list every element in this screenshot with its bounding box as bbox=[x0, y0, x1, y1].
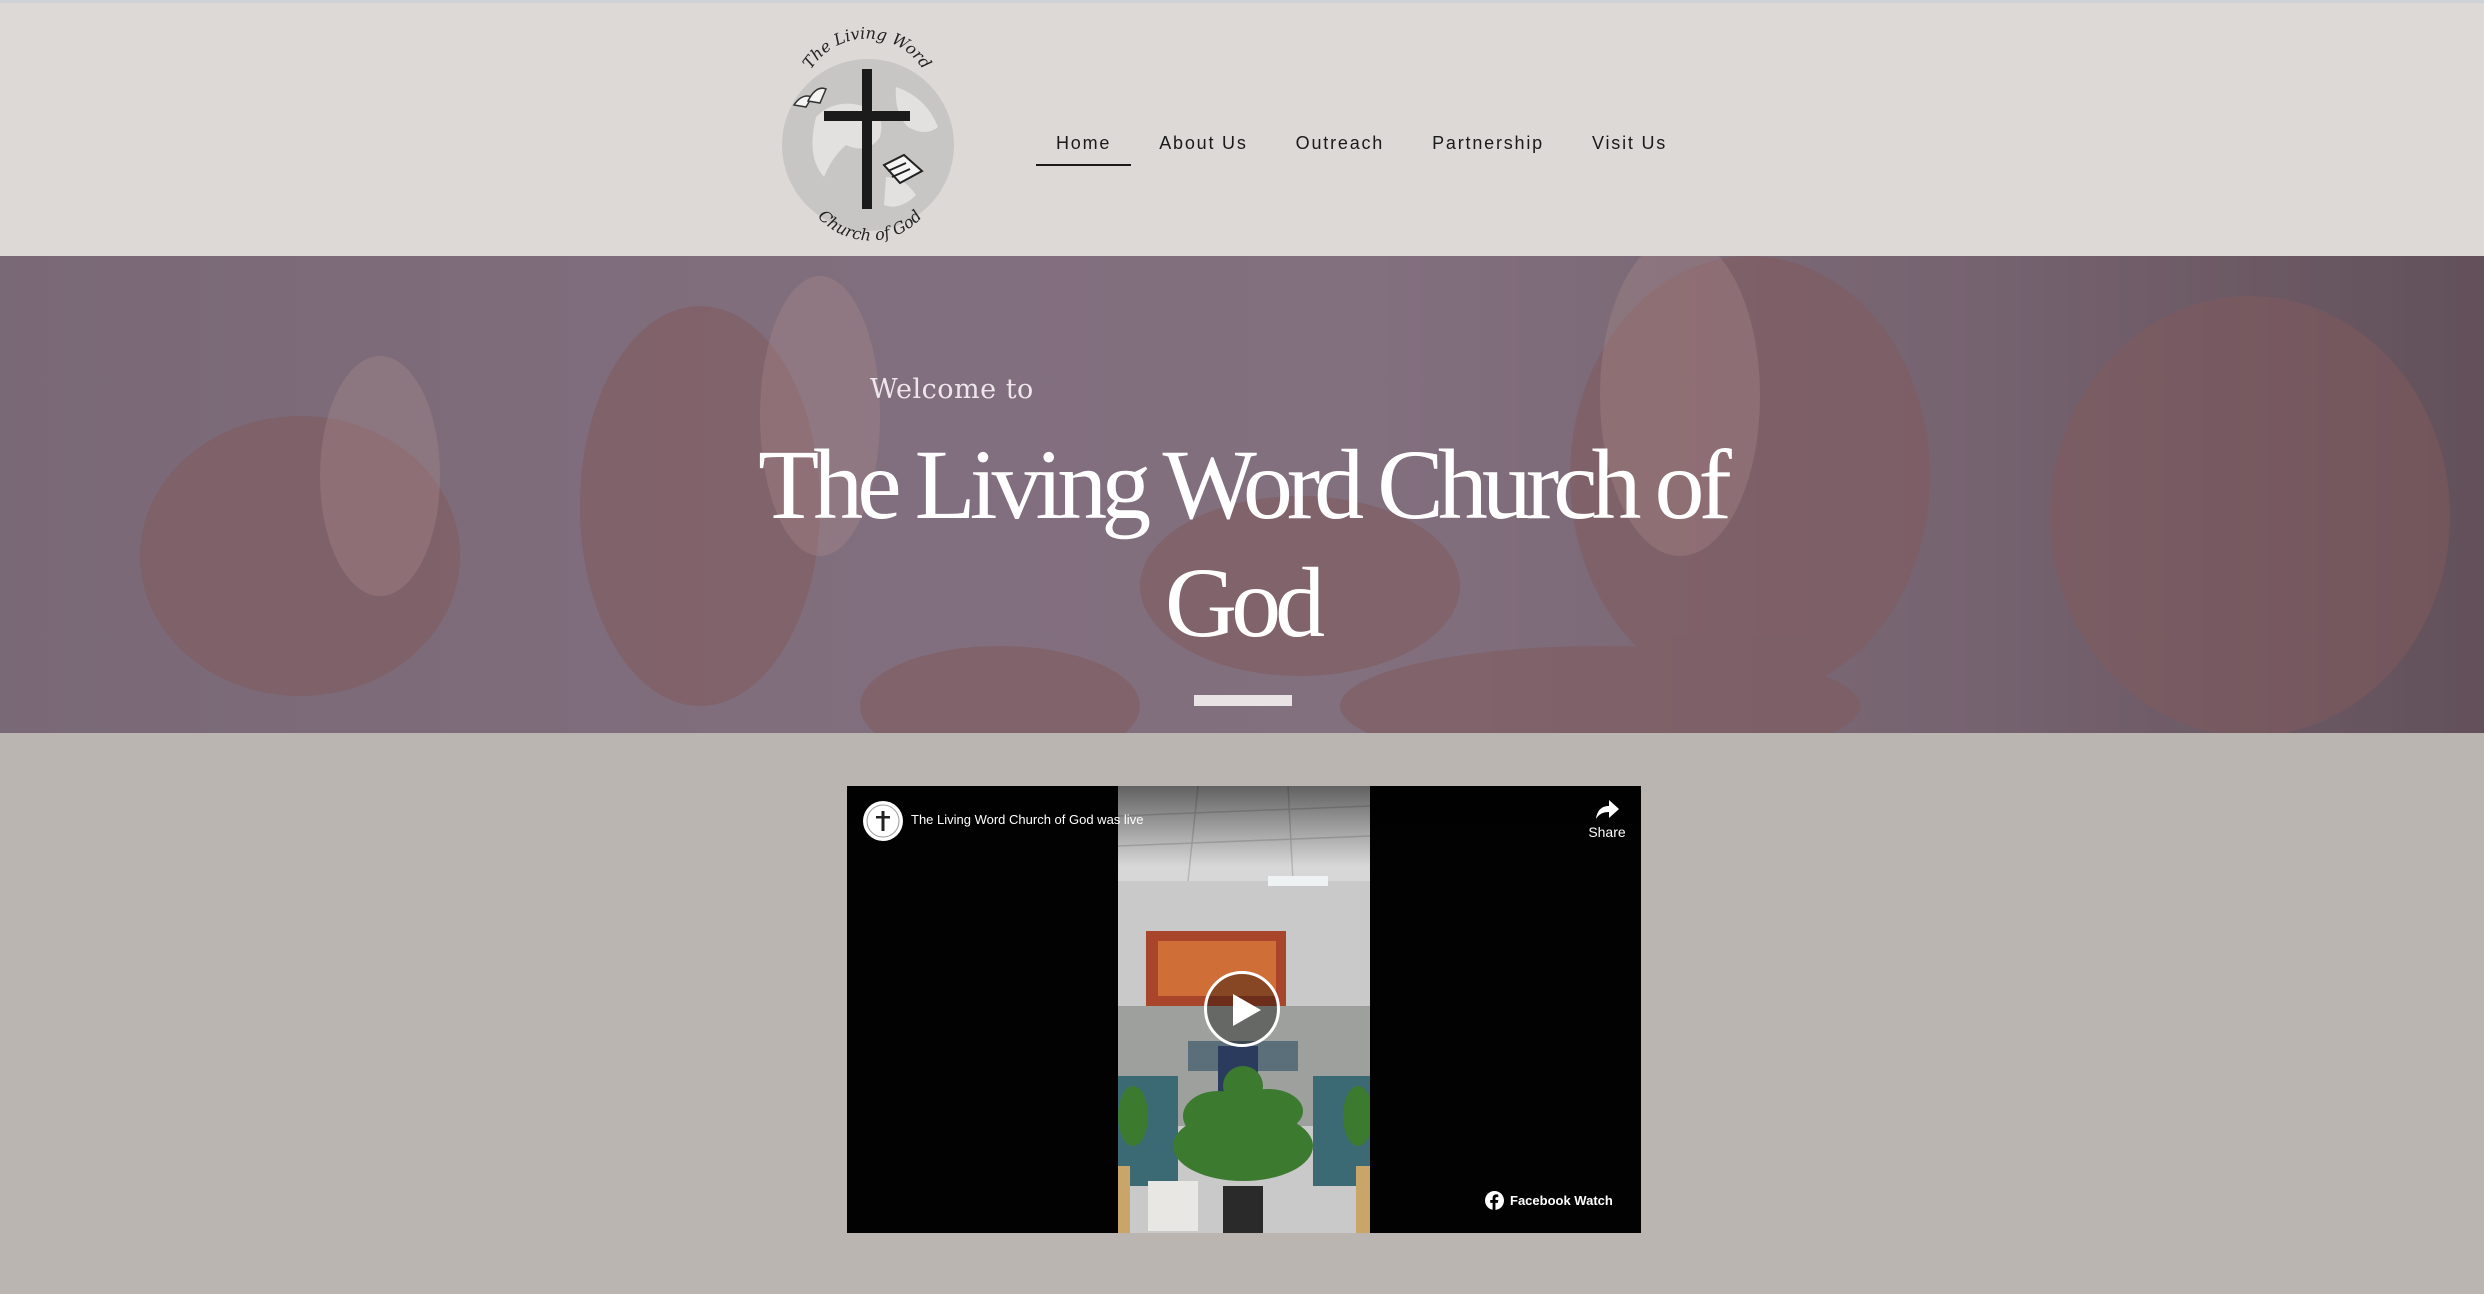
hero-title: The Living Word Church of God bbox=[758, 429, 1732, 658]
play-icon bbox=[1233, 994, 1261, 1026]
facebook-watch-label: Facebook Watch bbox=[1510, 1192, 1613, 1208]
facebook-icon bbox=[1485, 1190, 1504, 1210]
facebook-watch-link[interactable]: Facebook Watch bbox=[1485, 1190, 1613, 1210]
church-logo-graphic: The Living Word Church of God bbox=[782, 27, 954, 245]
page: The Living Word Church of God Home About… bbox=[0, 0, 2484, 1294]
facebook-video-player[interactable]: The Living Word Church of God was live S… bbox=[847, 786, 1641, 1233]
nav-partnership[interactable]: Partnership bbox=[1412, 123, 1564, 163]
nav-home[interactable]: Home bbox=[1036, 123, 1132, 166]
share-button[interactable]: Share bbox=[1582, 798, 1632, 840]
share-icon bbox=[1596, 800, 1619, 819]
nav-about-us[interactable]: About Us bbox=[1139, 123, 1267, 163]
page-avatar[interactable] bbox=[863, 801, 903, 841]
hero-welcome: Welcome to bbox=[870, 374, 1034, 405]
play-button[interactable] bbox=[1204, 971, 1280, 1047]
cross-icon bbox=[866, 804, 900, 838]
video-topbar: The Living Word Church of God was live S… bbox=[847, 786, 1641, 866]
video-caption[interactable]: The Living Word Church of God was live bbox=[911, 812, 1143, 827]
hero-divider bbox=[1194, 695, 1292, 706]
main-nav: Home About Us Outreach Partnership Visit… bbox=[1036, 123, 1687, 167]
hero-section: Welcome to The Living Word Church of God bbox=[0, 256, 2484, 733]
nav-visit-us[interactable]: Visit Us bbox=[1572, 123, 1687, 163]
site-header: The Living Word Church of God Home About… bbox=[0, 0, 2484, 256]
share-label: Share bbox=[1588, 824, 1626, 840]
church-logo[interactable]: The Living Word Church of God bbox=[776, 27, 956, 257]
nav-outreach[interactable]: Outreach bbox=[1276, 123, 1404, 163]
